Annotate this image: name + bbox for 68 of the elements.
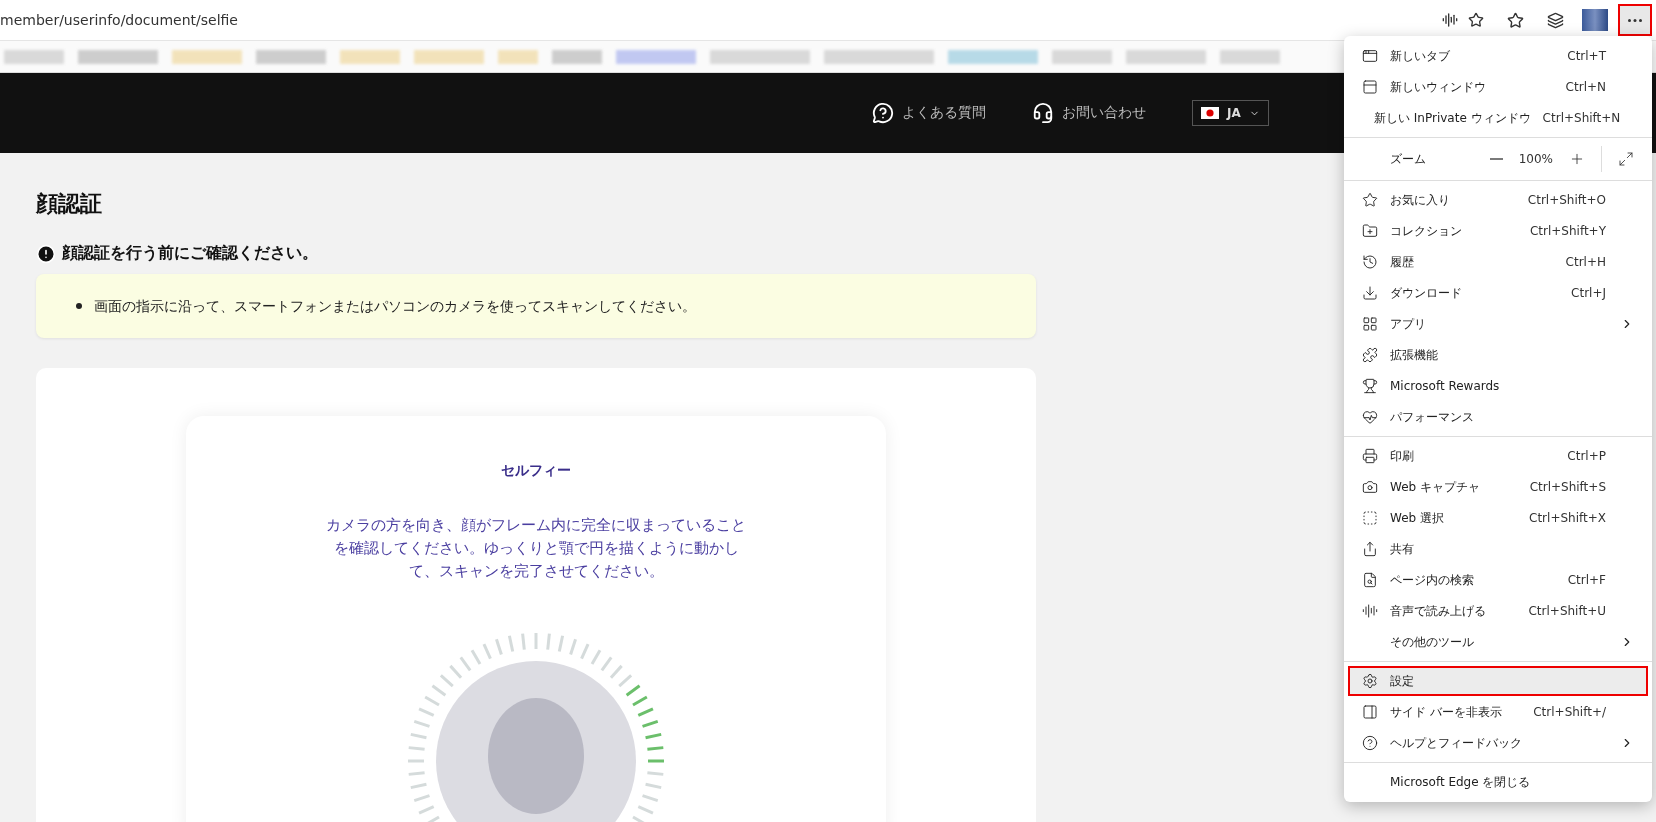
menu-item[interactable]: 新しいウィンドウ Ctrl+N <box>1348 72 1648 102</box>
camera-icon <box>1362 479 1378 495</box>
menu-item[interactable]: Web キャプチャ Ctrl+Shift+S <box>1348 472 1648 502</box>
header-link[interactable]: お問い合わせ <box>1032 102 1146 124</box>
bullet-icon <box>76 303 82 309</box>
menu-item[interactable]: Microsoft Rewards <box>1348 371 1648 401</box>
page-search-icon <box>1362 572 1378 588</box>
menu-item[interactable]: 新しいタブ Ctrl+T <box>1348 41 1648 71</box>
notice-item: 画面の指示に沿って、スマートフォンまたはパソコンのカメラを使ってスキャンしてください。 <box>94 297 696 316</box>
more-icon <box>1628 18 1642 22</box>
header-link[interactable]: よくある質問 <box>872 102 986 124</box>
notice-heading: 顔認証を行う前にご確認ください。 <box>62 243 318 264</box>
download-icon <box>1362 285 1378 301</box>
url-text: member/userinfo/document/selfie <box>0 12 239 28</box>
printer-icon <box>1362 448 1378 464</box>
menu-item[interactable]: ページ内の検索 Ctrl+F <box>1348 565 1648 595</box>
menu-label: ズーム <box>1390 150 1427 168</box>
read-aloud-icon[interactable] <box>1442 12 1458 28</box>
page-title: 顔認証 <box>36 190 103 218</box>
menu-item[interactable]: 共有 <box>1348 534 1648 564</box>
minus-icon <box>1489 158 1503 160</box>
menu-item[interactable]: ダウンロード Ctrl+J <box>1348 278 1648 308</box>
tab-icon <box>1362 48 1378 64</box>
window-icon <box>1362 79 1378 95</box>
heartbeat-icon <box>1362 409 1378 425</box>
help-icon <box>872 102 894 124</box>
menu-item[interactable]: その他のツール <box>1348 627 1648 657</box>
read-aloud-icon <box>1362 603 1378 619</box>
history-icon <box>1362 254 1378 270</box>
settings-icon <box>1362 673 1378 689</box>
menu-item[interactable]: 設定 <box>1348 666 1648 696</box>
selfie-title: セルフィー <box>501 462 571 480</box>
language-selector[interactable]: JA <box>1192 100 1269 126</box>
plus-icon <box>1569 151 1585 167</box>
collections-icon[interactable] <box>1546 11 1564 29</box>
menu-item[interactable]: 新しい InPrivate ウィンドウ Ctrl+Shift+N <box>1348 103 1648 133</box>
profile-avatar[interactable] <box>1582 9 1608 31</box>
selfie-instructions: カメラの方を向き、顔がフレーム内に完全に収まっていることを確認してください。ゆっくりと顎で円を描くように動かして、スキャンを完了させてください。 <box>325 515 747 582</box>
support-icon <box>1032 102 1054 124</box>
favorites-icon[interactable] <box>1506 11 1524 29</box>
menu-item[interactable]: 拡張機能 <box>1348 340 1648 370</box>
trophy-icon <box>1362 378 1378 394</box>
help-icon <box>1362 735 1378 751</box>
expand-icon <box>1618 151 1634 167</box>
menu-item[interactable]: 音声で読み上げる Ctrl+Shift+U <box>1348 596 1648 626</box>
menu-item[interactable]: アプリ <box>1348 309 1648 339</box>
menu-item[interactable]: 履歴 Ctrl+H <box>1348 247 1648 277</box>
more-button[interactable] <box>1618 4 1652 36</box>
puzzle-icon <box>1362 347 1378 363</box>
apps-icon <box>1362 316 1378 332</box>
menu-item[interactable]: Microsoft Edge を閉じる <box>1348 767 1648 797</box>
menu-item[interactable]: Web 選択 Ctrl+Shift+X <box>1348 503 1648 533</box>
flag-icon <box>1201 107 1219 119</box>
menu-item[interactable]: ヘルプとフィードバック <box>1348 728 1648 758</box>
dashed-square-icon <box>1362 510 1378 526</box>
menu-item[interactable]: コレクション Ctrl+Shift+Y <box>1348 216 1648 246</box>
fullscreen-button[interactable] <box>1616 149 1636 169</box>
menu-item[interactable]: 印刷 Ctrl+P <box>1348 441 1648 471</box>
star-list-icon <box>1362 192 1378 208</box>
share-icon <box>1362 541 1378 557</box>
alert-icon <box>36 243 56 264</box>
collection-icon <box>1362 223 1378 239</box>
menu-item[interactable]: お気に入り Ctrl+Shift+O <box>1348 185 1648 215</box>
menu-item[interactable]: サイド バーを非表示 Ctrl+Shift+/ <box>1348 697 1648 727</box>
zoom-value: 100% <box>1518 152 1553 166</box>
menu-item[interactable]: パフォーマンス <box>1348 402 1648 432</box>
add-favorite-icon[interactable] <box>1468 12 1484 28</box>
sidebar-icon <box>1362 704 1378 720</box>
